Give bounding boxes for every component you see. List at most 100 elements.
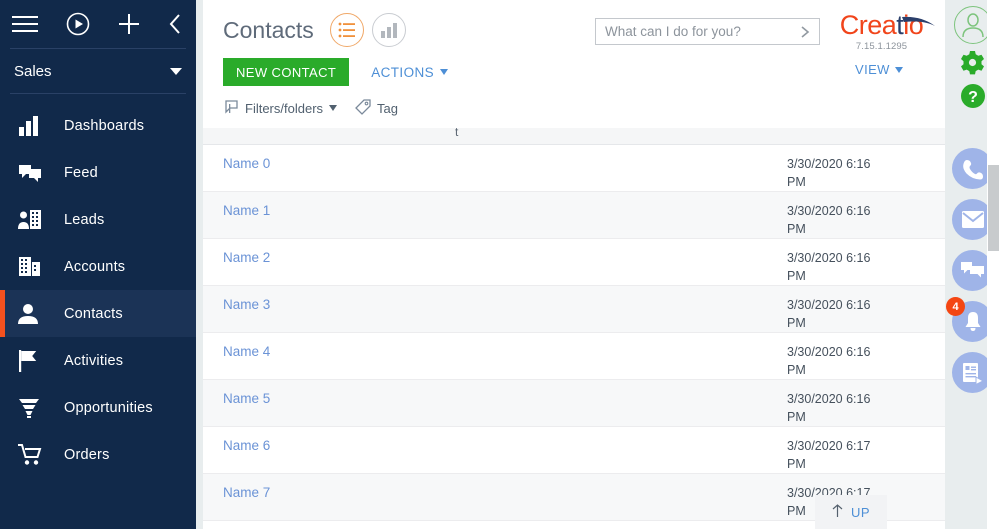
add-icon[interactable] — [118, 13, 140, 35]
left-sidebar: Sales Dashboards Feed Leads Accounts Con… — [0, 0, 196, 529]
contact-date: 3/30/2020 6:16 PM — [787, 157, 871, 189]
help-icon[interactable]: ? — [960, 83, 986, 109]
view-menu-label: VIEW — [855, 62, 890, 77]
contacts-grid: t Name 0 3/30/2020 6:16 PM Name 1 3/30/2… — [203, 128, 945, 529]
creatio-app: Sales Dashboards Feed Leads Accounts Con… — [0, 0, 1000, 529]
list-view-icon[interactable] — [329, 13, 364, 47]
contact-name-link[interactable]: Name 5 — [223, 391, 270, 406]
sidebar-item-label: Feed — [64, 164, 98, 181]
workspace-selector[interactable]: Sales — [0, 49, 196, 93]
sidebar-item-leads[interactable]: Leads — [0, 196, 196, 243]
filter-icon — [223, 99, 239, 118]
contact-date: 3/30/2020 6:16 PM — [787, 298, 871, 330]
sidebar-item-contacts[interactable]: Contacts — [0, 290, 196, 337]
chart-view-icon[interactable] — [371, 13, 406, 47]
tag-button[interactable]: Tag — [355, 98, 398, 118]
sidebar-item-label: Opportunities — [64, 399, 153, 416]
table-row[interactable]: Name 3 3/30/2020 6:16 PM — [203, 286, 945, 333]
version-label: 7.15.1.1295 — [855, 41, 908, 52]
table-row[interactable]: Name 0 3/30/2020 6:16 PM — [203, 145, 945, 192]
logo-text-part1: Crea — [839, 10, 897, 40]
contact-date: 3/30/2020 6:16 PM — [787, 345, 871, 377]
table-row[interactable]: Name 1 3/30/2020 6:16 PM — [203, 192, 945, 239]
sidebar-item-label: Contacts — [64, 305, 123, 322]
chevron-down-icon — [170, 67, 182, 75]
collapse-icon[interactable] — [168, 13, 182, 35]
main-content: Contacts What can I do for you? Creatio … — [203, 0, 945, 529]
sidebar-item-label: Dashboards — [64, 117, 145, 134]
table-row[interactable]: Name 2 3/30/2020 6:16 PM — [203, 239, 945, 286]
activities-flag-icon — [18, 349, 48, 372]
contact-name-link[interactable]: Name 2 — [223, 250, 270, 265]
sidebar-item-feed[interactable]: Feed — [0, 149, 196, 196]
sidebar-item-label: Activities — [64, 352, 124, 369]
actions-label: ACTIONS — [371, 64, 435, 80]
sidebar-item-accounts[interactable]: Accounts — [0, 243, 196, 290]
page-title: Contacts — [223, 16, 314, 43]
arrow-up-icon — [832, 503, 843, 521]
accounts-icon — [18, 256, 48, 277]
contact-name-link[interactable]: Name 0 — [223, 156, 270, 171]
orders-cart-icon — [18, 443, 48, 466]
sidebar-item-dashboards[interactable]: Dashboards — [0, 102, 196, 149]
table-row[interactable]: Name 5 3/30/2020 6:16 PM — [203, 380, 945, 427]
contact-date: 3/30/2020 6:16 PM — [787, 251, 871, 283]
feed-icon — [18, 163, 48, 183]
filters-folders-button[interactable]: Filters/folders — [223, 99, 338, 118]
contact-name-link[interactable]: Name 1 — [223, 203, 270, 218]
brand-logo-block: Creatio 7.15.1.1295 — [829, 10, 935, 52]
section-header: Contacts What can I do for you? Creatio … — [203, 0, 945, 122]
creatio-logo: Creatio — [829, 10, 935, 40]
gear-icon[interactable] — [959, 50, 986, 77]
scroll-up-button[interactable]: UP — [815, 495, 887, 529]
sidebar-gutter — [196, 0, 203, 529]
workspace-label: Sales — [14, 62, 52, 80]
leads-icon — [18, 209, 48, 230]
sidebar-item-label: Orders — [64, 446, 110, 463]
right-rail: ? 4 — [945, 0, 1000, 529]
contact-name-link[interactable]: Name 3 — [223, 297, 270, 312]
contact-name-link[interactable]: Name 4 — [223, 344, 270, 359]
run-process-icon[interactable] — [66, 12, 90, 36]
contact-date: 3/30/2020 6:17 PM — [787, 439, 871, 471]
grid-column-header-partial: t — [455, 128, 459, 139]
header-actions-row: NEW CONTACT ACTIONS — [203, 48, 945, 88]
avatar[interactable] — [953, 6, 992, 44]
view-menu-button[interactable]: VIEW — [855, 62, 903, 77]
contact-date: 3/30/2020 6:16 PM — [787, 204, 871, 236]
header-filters-row: Filters/folders Tag — [203, 88, 945, 122]
tag-label: Tag — [377, 100, 398, 116]
grid-header-row: t — [203, 128, 945, 145]
tag-icon — [355, 98, 371, 118]
sidebar-item-label: Accounts — [64, 258, 126, 275]
actions-menu-button[interactable]: ACTIONS — [371, 64, 449, 80]
search-input[interactable] — [596, 24, 800, 39]
dashboards-icon — [18, 115, 48, 136]
contact-name-link[interactable]: Name 7 — [223, 485, 270, 500]
contact-date: 3/30/2020 6:16 PM — [787, 392, 871, 424]
sidebar-nav: Dashboards Feed Leads Accounts Contacts … — [0, 94, 196, 478]
notification-badge: 4 — [946, 297, 965, 316]
sidebar-item-activities[interactable]: Activities — [0, 337, 196, 384]
page-scrollbar[interactable] — [987, 0, 1000, 529]
new-contact-button[interactable]: NEW CONTACT — [223, 58, 350, 86]
table-row[interactable]: Name 6 3/30/2020 6:17 PM — [203, 427, 945, 474]
sidebar-toolbar — [0, 0, 196, 48]
global-search[interactable] — [595, 18, 820, 45]
table-row[interactable]: Name 4 3/30/2020 6:16 PM — [203, 333, 945, 380]
sidebar-item-orders[interactable]: Orders — [0, 431, 196, 478]
scroll-up-label: UP — [850, 504, 871, 520]
logo-swoosh-icon — [902, 6, 936, 33]
filters-label: Filters/folders — [245, 100, 324, 116]
sidebar-item-label: Leads — [64, 211, 105, 228]
scrollbar-thumb[interactable] — [988, 165, 999, 251]
chevron-down-icon — [440, 69, 449, 75]
chevron-down-icon — [894, 66, 903, 73]
contact-name-link[interactable]: Name 6 — [223, 438, 270, 453]
opportunities-funnel-icon — [18, 397, 48, 419]
svg-text:?: ? — [968, 89, 978, 106]
view-toggle-group — [329, 13, 406, 47]
menu-icon[interactable] — [12, 15, 38, 33]
sidebar-item-opportunities[interactable]: Opportunities — [0, 384, 196, 431]
search-submit-icon[interactable] — [800, 25, 819, 39]
